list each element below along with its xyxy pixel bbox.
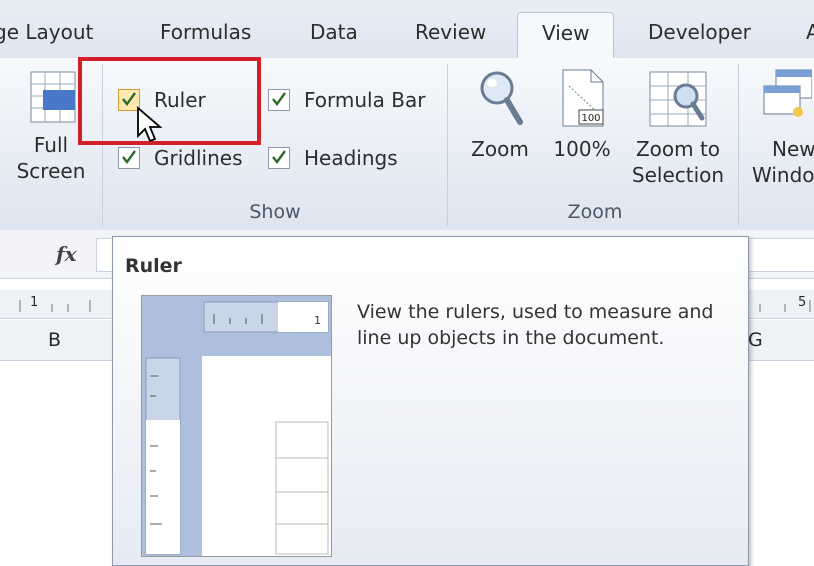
tab-formulas[interactable]: Formulas [160, 20, 251, 44]
gridlines-checkbox[interactable]: Gridlines [118, 146, 243, 171]
check-icon [272, 149, 286, 164]
ruler-preview-graphic: 1 [142, 296, 331, 556]
headings-checkbox-box[interactable] [268, 146, 290, 169]
formula-bar-label: Formula Bar [304, 88, 426, 112]
zoom-100-button[interactable]: 100 100% [550, 68, 614, 162]
ruler-number-right: 5 [798, 295, 807, 310]
tab-view[interactable]: View [517, 12, 615, 58]
tooltip-preview-image: 1 [141, 295, 332, 557]
zoom-button[interactable]: Zoom [466, 68, 534, 162]
zoom-label: Zoom [471, 137, 529, 161]
ribbon-tab-strip: ge Layout Formulas Data Review View Deve… [0, 0, 814, 59]
ribbon-separator [738, 64, 739, 226]
new-window-label-2: Windo [752, 163, 814, 187]
formula-bar-checkbox[interactable]: Formula Bar [268, 88, 425, 113]
show-group-label: Show [249, 201, 301, 223]
gridlines-label: Gridlines [154, 146, 243, 170]
new-window-label-1: New [772, 137, 814, 161]
ruler-highlight-box [78, 57, 261, 145]
ruler-tooltip: Ruler 1 View the rulers, used to measure… [112, 236, 749, 566]
new-window-icon [763, 69, 813, 117]
zoom-to-selection-icon [649, 71, 707, 127]
tab-page-layout[interactable]: ge Layout [0, 20, 93, 44]
ruler-number-left: 1 [30, 295, 39, 310]
tab-review[interactable]: Review [415, 20, 486, 44]
zoom-to-selection-button[interactable]: Zoom to Selection [626, 68, 730, 188]
ribbon-separator [447, 64, 448, 226]
tooltip-title: Ruler [125, 255, 182, 277]
column-header-b[interactable]: B [48, 329, 61, 351]
zoom-100-icon: 100 [562, 69, 604, 127]
new-window-button[interactable]: New Windo [752, 68, 814, 188]
headings-label: Headings [304, 146, 398, 170]
full-screen-label-2: Screen [16, 159, 86, 183]
zoom-group-label: Zoom [567, 201, 623, 223]
insert-function-icon[interactable]: fx [56, 242, 77, 266]
preview-ruler-number: 1 [314, 314, 321, 327]
tab-add-ins[interactable]: A [806, 20, 814, 44]
zoom-100-icon-text: 100 [581, 113, 600, 124]
formula-bar-checkbox-box[interactable] [268, 88, 290, 111]
full-screen-icon [30, 71, 76, 123]
tab-data[interactable]: Data [310, 20, 358, 44]
zoom-to-selection-label-1: Zoom to [635, 137, 721, 161]
tooltip-description: View the rulers, used to measure and lin… [357, 301, 714, 349]
magnifier-icon [480, 71, 523, 125]
zoom-to-selection-label-2: Selection [631, 163, 725, 187]
gridlines-checkbox-box[interactable] [118, 146, 140, 169]
check-icon [122, 149, 136, 164]
mouse-cursor-icon [137, 106, 163, 143]
zoom-100-label: 100% [553, 137, 611, 161]
column-header-g[interactable]: G [748, 329, 763, 351]
headings-checkbox[interactable]: Headings [268, 146, 398, 171]
check-icon [272, 91, 286, 106]
tab-developer[interactable]: Developer [648, 20, 751, 44]
full-screen-label-1: Full [33, 133, 69, 157]
